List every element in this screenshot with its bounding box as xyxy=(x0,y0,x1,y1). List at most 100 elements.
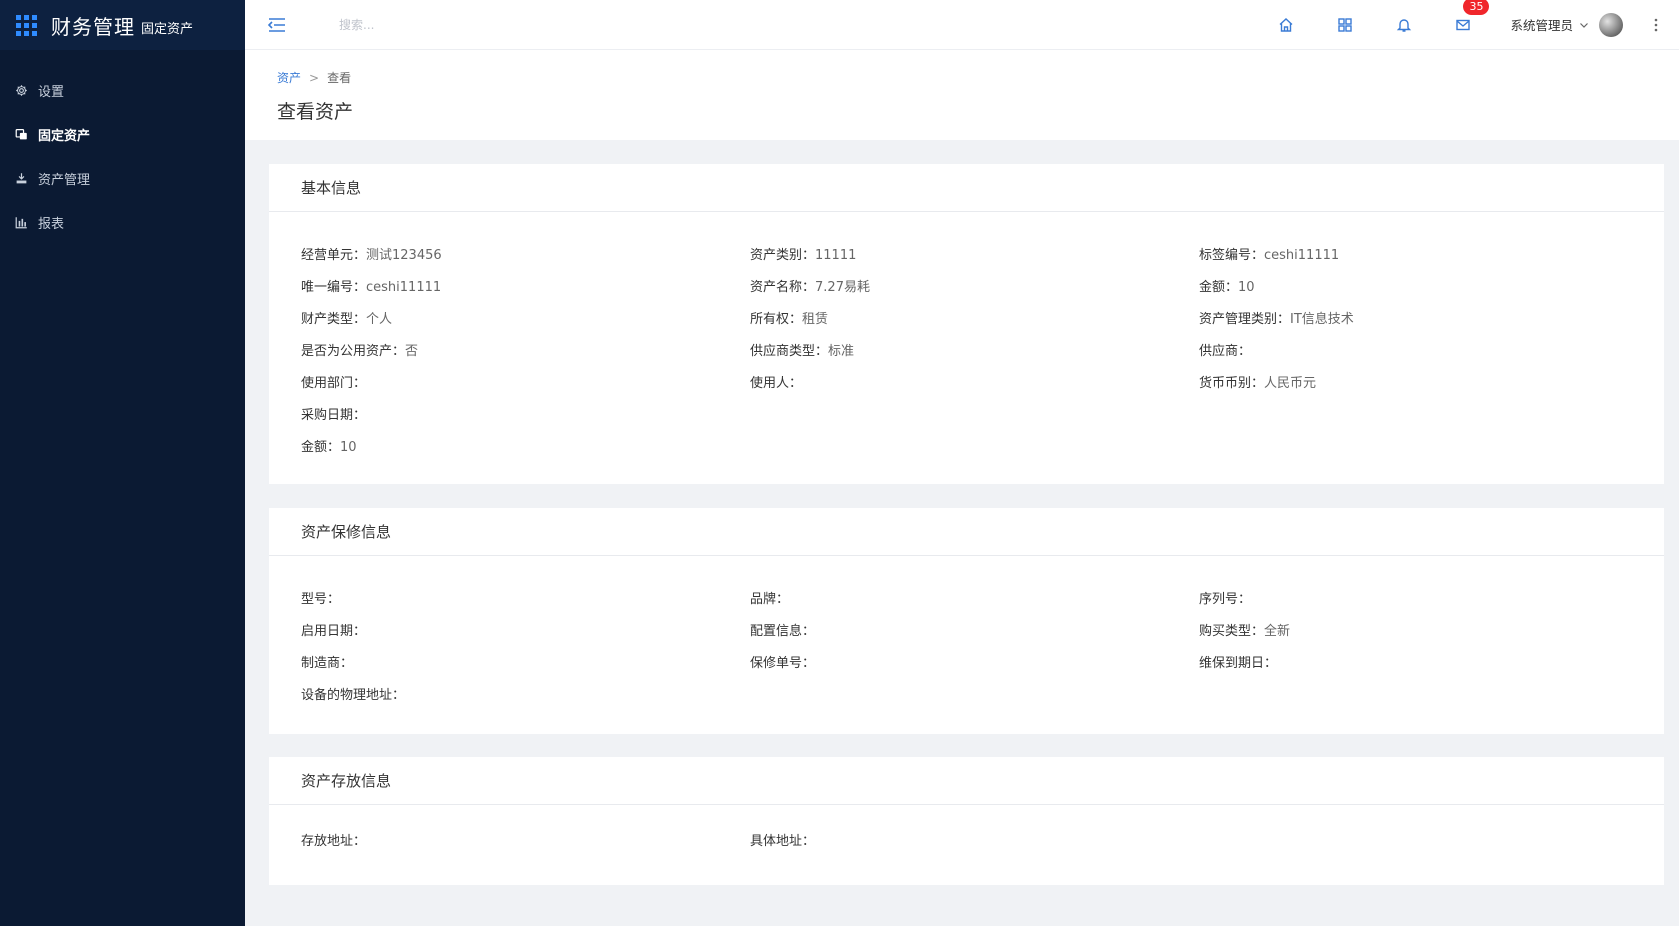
field-row: 设备的物理地址： xyxy=(301,677,1664,709)
field-label: 唯一编号： xyxy=(301,279,367,295)
field-label: 启用日期： xyxy=(301,623,367,639)
manage-icon xyxy=(14,171,28,185)
sidebar-item-reports[interactable]: 报表 xyxy=(0,200,245,244)
field-label: 是否为公用资产： xyxy=(301,343,406,359)
field-label: 维保到期日： xyxy=(1199,655,1278,671)
field-value: 10 xyxy=(1238,279,1255,295)
field-is-public-asset: 是否为公用资产：否 xyxy=(301,340,750,359)
field-brand: 品牌： xyxy=(750,588,1199,607)
mail-count-badge: 35 xyxy=(1463,0,1490,15)
field-label: 存放地址： xyxy=(301,833,367,849)
field-department: 使用部门： xyxy=(301,372,750,391)
field-label: 序列号： xyxy=(1199,591,1252,607)
breadcrumb-separator: > xyxy=(309,70,320,85)
avatar[interactable] xyxy=(1599,12,1623,37)
field-label: 配置信息： xyxy=(750,623,816,639)
field-row: 金额：10 xyxy=(301,429,1664,461)
field-label: 型号： xyxy=(301,591,341,607)
field-label: 财产类型： xyxy=(301,311,367,327)
menu-toggle-icon[interactable] xyxy=(267,16,287,34)
sidebar-item-fixed-assets[interactable]: 固定资产 xyxy=(0,112,245,156)
field-start-date: 启用日期： xyxy=(301,620,750,639)
field-row: 是否为公用资产：否 供应商类型：标准 供应商： xyxy=(301,333,1664,365)
mail-icon[interactable]: 35 xyxy=(1433,0,1492,50)
field-row: 型号： 品牌： 序列号： xyxy=(301,581,1664,613)
field-value: 测试123456 xyxy=(366,247,442,263)
user-name: 系统管理员 xyxy=(1510,18,1573,33)
field-row: 存放地址： 具体地址： xyxy=(301,823,1664,855)
field-value: 7.27易耗 xyxy=(815,279,870,295)
field-label: 保修单号： xyxy=(750,655,816,671)
search-input[interactable] xyxy=(339,17,539,32)
sidebar-item-label: 资产管理 xyxy=(38,172,91,188)
page-title: 查看资产 xyxy=(277,101,354,123)
field-purchase-date: 采购日期： xyxy=(301,404,750,423)
field-row: 使用部门： 使用人： 货币币别：人民币元 xyxy=(301,365,1664,397)
brand[interactable]: 财务管理 固定资产 xyxy=(0,0,245,50)
sidebar: 财务管理 固定资产 设置 固定资产 资产管理 报表 xyxy=(0,0,245,926)
field-value: IT信息技术 xyxy=(1290,311,1354,327)
field-asset-management-category: 资产管理类别：IT信息技术 xyxy=(1199,308,1648,327)
bell-icon[interactable] xyxy=(1374,0,1433,50)
field-value: 11111 xyxy=(815,247,857,263)
field-row: 制造商： 保修单号： 维保到期日： xyxy=(301,645,1664,677)
sidebar-item-settings[interactable]: 设置 xyxy=(0,68,245,112)
field-storage-address: 存放地址： xyxy=(301,830,750,849)
field-value: 否 xyxy=(405,343,419,359)
chart-icon xyxy=(14,215,28,229)
field-label: 使用部门： xyxy=(301,375,367,391)
field-asset-name: 资产名称：7.27易耗 xyxy=(750,276,1199,295)
field-label: 金额： xyxy=(301,439,341,455)
app-title: 财务管理 xyxy=(51,14,135,39)
field-label: 资产类别： xyxy=(750,247,816,263)
card-title: 基本信息 xyxy=(269,164,1664,212)
card-title: 资产保修信息 xyxy=(269,508,1664,556)
field-label: 使用人： xyxy=(750,375,803,391)
sidebar-item-asset-management[interactable]: 资产管理 xyxy=(0,156,245,200)
warranty-info-card: 资产保修信息 型号： 品牌： 序列号： 启用日期： 配置信息： 购买类型：全新 … xyxy=(269,508,1664,734)
field-manufacturer: 制造商： xyxy=(301,652,750,671)
field-supplier: 供应商： xyxy=(1199,340,1648,359)
field-tag-number: 标签编号：ceshi11111 xyxy=(1199,244,1648,263)
field-label: 具体地址： xyxy=(750,833,816,849)
card-body: 型号： 品牌： 序列号： 启用日期： 配置信息： 购买类型：全新 制造商： 保修… xyxy=(269,556,1664,709)
chevron-down-icon xyxy=(1579,20,1589,30)
card-body: 存放地址： 具体地址： xyxy=(269,805,1664,855)
field-label: 金额： xyxy=(1199,279,1239,295)
field-value: 10 xyxy=(340,439,357,455)
top-header: 35 系统管理员 xyxy=(245,0,1679,50)
breadcrumb-link-assets[interactable]: 资产 xyxy=(277,69,301,86)
field-label: 制造商： xyxy=(301,655,354,671)
home-icon[interactable] xyxy=(1256,0,1315,50)
more-vertical-icon[interactable] xyxy=(1641,0,1671,50)
field-amount-2: 金额：10 xyxy=(301,436,750,455)
field-label: 品牌： xyxy=(750,591,790,607)
field-label: 供应商： xyxy=(1199,343,1252,359)
field-amount: 金额：10 xyxy=(1199,276,1648,295)
sidebar-item-label: 报表 xyxy=(38,216,65,232)
field-row: 唯一编号：ceshi11111 资产名称：7.27易耗 金额：10 xyxy=(301,269,1664,301)
breadcrumb: 资产 > 查看 xyxy=(277,69,1679,86)
field-warranty-expiry: 维保到期日： xyxy=(1199,652,1648,671)
field-label: 设备的物理地址： xyxy=(301,687,406,703)
field-row: 启用日期： 配置信息： 购买类型：全新 xyxy=(301,613,1664,645)
field-model: 型号： xyxy=(301,588,750,607)
field-label: 所有权： xyxy=(750,311,803,327)
field-mac-address: 设备的物理地址： xyxy=(301,684,750,703)
asset-icon xyxy=(14,127,28,141)
user-menu[interactable]: 系统管理员 xyxy=(1510,12,1623,37)
field-row: 经营单元：测试123456 资产类别：11111 标签编号：ceshi11111 xyxy=(301,237,1664,269)
field-supplier-type: 供应商类型：标准 xyxy=(750,340,1199,359)
field-asset-category: 资产类别：11111 xyxy=(750,244,1199,263)
field-value: 租赁 xyxy=(802,311,829,327)
field-value: 个人 xyxy=(366,311,393,327)
header-actions: 35 系统管理员 xyxy=(1256,0,1679,50)
field-label: 资产管理类别： xyxy=(1199,311,1291,327)
gear-icon xyxy=(14,83,28,97)
card-title: 资产存放信息 xyxy=(269,757,1664,805)
apps-icon[interactable] xyxy=(1315,0,1374,50)
field-label: 采购日期： xyxy=(301,407,367,423)
field-ownership: 所有权：租赁 xyxy=(750,308,1199,327)
field-purchase-type: 购买类型：全新 xyxy=(1199,620,1648,639)
field-label: 标签编号： xyxy=(1199,247,1265,263)
